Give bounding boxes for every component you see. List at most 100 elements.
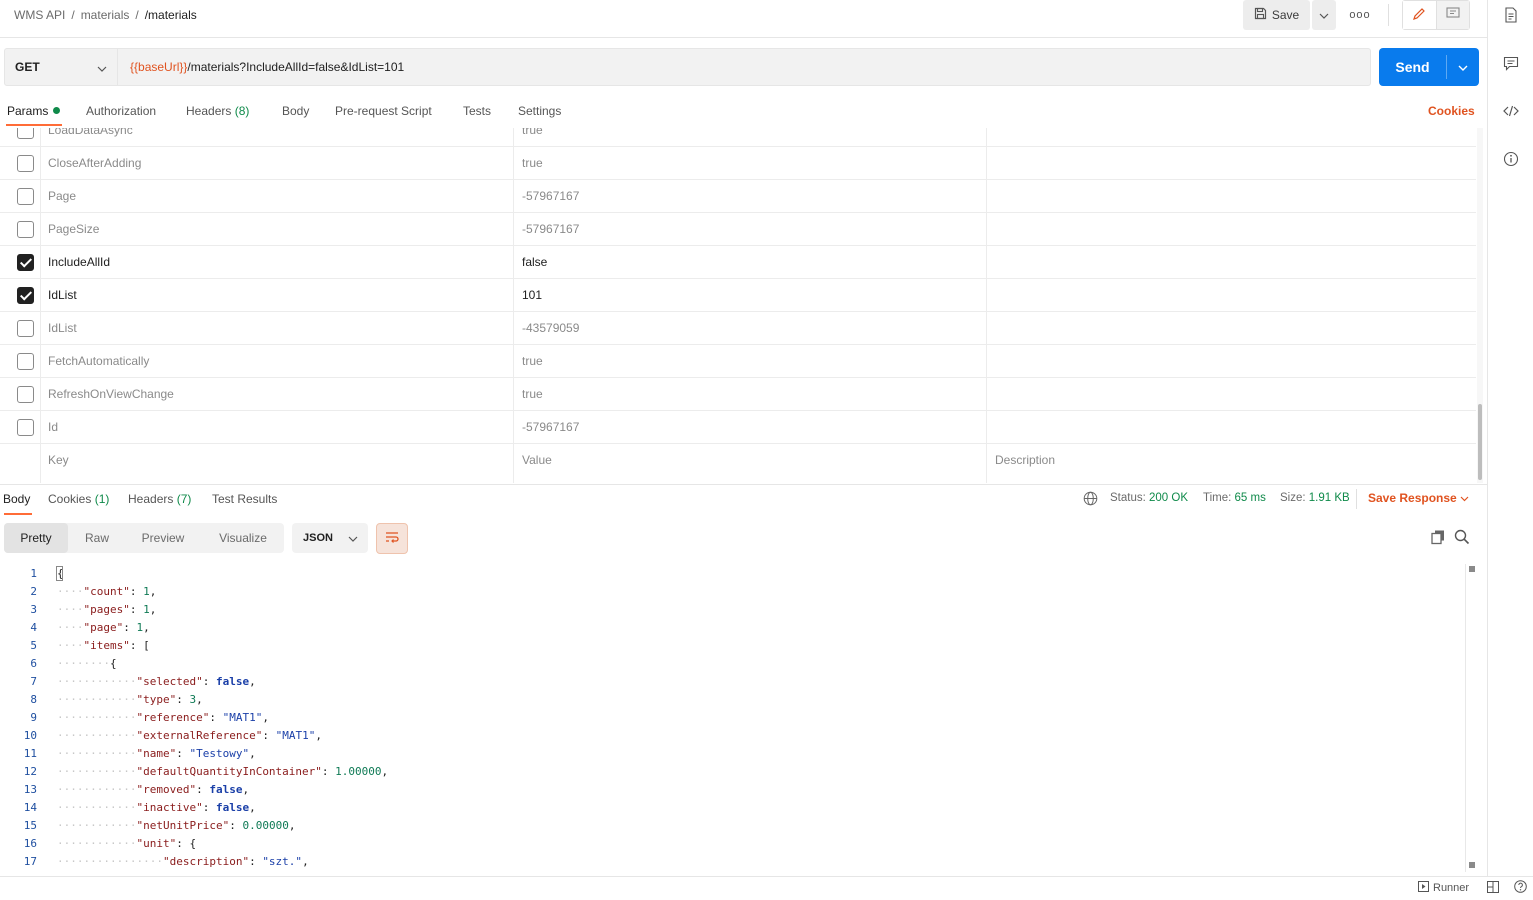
- tab-prerequest-script[interactable]: Pre-request Script: [335, 104, 432, 118]
- param-checkbox[interactable]: [17, 320, 34, 337]
- param-row[interactable]: IncludeAllId false: [0, 246, 1476, 279]
- response-time[interactable]: Time: 65 ms: [1203, 492, 1266, 504]
- param-key[interactable]: PageSize: [48, 222, 99, 236]
- format-select[interactable]: JSON: [292, 523, 368, 553]
- param-key[interactable]: CloseAfterAdding: [48, 156, 141, 170]
- tab-response-cookies[interactable]: Cookies (1): [48, 492, 109, 506]
- param-row[interactable]: CloseAfterAdding true: [0, 147, 1476, 180]
- scroll-up-arrow[interactable]: [1469, 566, 1475, 572]
- param-value-input[interactable]: Value: [522, 453, 552, 467]
- info-icon[interactable]: [1502, 150, 1520, 168]
- param-row[interactable]: RefreshOnViewChange true: [0, 378, 1476, 411]
- tab-response-body[interactable]: Body: [3, 492, 30, 506]
- tab-settings[interactable]: Settings: [518, 104, 561, 118]
- code-token: "selected": [136, 675, 203, 688]
- param-key[interactable]: IdList: [48, 321, 77, 335]
- param-value[interactable]: -57967167: [522, 222, 579, 236]
- param-key[interactable]: LoadDataAsync: [48, 128, 133, 137]
- code-scrollbar-track[interactable]: [1465, 564, 1477, 872]
- breadcrumb-current[interactable]: /materials: [145, 8, 197, 22]
- breadcrumb-folder[interactable]: materials: [81, 8, 130, 22]
- globe-icon[interactable]: [1083, 491, 1098, 509]
- tab-headers[interactable]: Headers (8): [186, 104, 249, 118]
- params-scrollbar[interactable]: [1478, 404, 1482, 480]
- param-row[interactable]: Page -57967167: [0, 180, 1476, 213]
- send-options-button[interactable]: [1447, 48, 1479, 86]
- save-dropdown-button[interactable]: [1312, 0, 1336, 30]
- param-row[interactable]: FetchAutomatically true: [0, 345, 1476, 378]
- more-actions-button[interactable]: ooo: [1346, 4, 1374, 26]
- wrap-lines-button[interactable]: [376, 523, 408, 554]
- param-key[interactable]: IncludeAllId: [48, 255, 110, 269]
- tab-params[interactable]: Params: [7, 104, 61, 118]
- param-value[interactable]: -57967167: [522, 420, 579, 434]
- param-row[interactable]: IdList -43579059: [0, 312, 1476, 345]
- search-icon[interactable]: [1454, 529, 1472, 547]
- param-checkbox[interactable]: [17, 386, 34, 403]
- code-line: 8 ············"type": 3,: [0, 691, 1464, 709]
- method-select[interactable]: GET: [4, 48, 118, 86]
- param-checkbox[interactable]: [17, 254, 34, 271]
- param-key[interactable]: RefreshOnViewChange: [48, 387, 174, 401]
- scroll-down-arrow[interactable]: [1469, 862, 1475, 868]
- response-size[interactable]: Size: 1.91 KB: [1280, 492, 1350, 504]
- param-key[interactable]: IdList: [48, 288, 77, 302]
- param-row[interactable]: Id -57967167: [0, 411, 1476, 444]
- param-key[interactable]: FetchAutomatically: [48, 354, 149, 368]
- edit-mode-button[interactable]: [1403, 1, 1437, 29]
- param-checkbox[interactable]: [17, 221, 34, 238]
- tab-preview[interactable]: Preview: [128, 523, 198, 553]
- param-row[interactable]: IdList 101: [0, 279, 1476, 312]
- code-line: 2 ····"count": 1,: [0, 583, 1464, 601]
- param-description-input[interactable]: Description: [995, 453, 1055, 467]
- param-checkbox[interactable]: [17, 419, 34, 436]
- param-checkbox[interactable]: [17, 287, 34, 304]
- param-value[interactable]: -43579059: [522, 321, 579, 335]
- param-checkbox[interactable]: [17, 155, 34, 172]
- send-button[interactable]: Send: [1379, 48, 1446, 86]
- copy-icon[interactable]: [1430, 529, 1448, 547]
- url-input[interactable]: {{baseUrl}}/materials?IncludeAllId=false…: [118, 48, 1371, 86]
- code-token: ,: [149, 585, 157, 598]
- save-response-button[interactable]: Save Response: [1368, 491, 1469, 505]
- tab-tests[interactable]: Tests: [463, 104, 491, 118]
- param-value[interactable]: true: [522, 354, 543, 368]
- param-value[interactable]: true: [522, 156, 543, 170]
- param-checkbox[interactable]: [17, 188, 34, 205]
- comments-icon[interactable]: [1502, 54, 1520, 72]
- response-status[interactable]: Status: 200 OK: [1110, 492, 1188, 504]
- param-checkbox[interactable]: [17, 353, 34, 370]
- code-token: 1.00000: [335, 765, 382, 778]
- param-checkbox[interactable]: [17, 128, 34, 139]
- param-row[interactable]: LoadDataAsync true: [0, 128, 1476, 147]
- tab-visualize[interactable]: Visualize: [204, 523, 282, 553]
- tab-raw[interactable]: Raw: [68, 523, 126, 553]
- chevron-down-icon: [1319, 8, 1329, 22]
- tab-test-results[interactable]: Test Results: [212, 492, 277, 506]
- indent-guide: ············: [57, 765, 137, 778]
- code-icon[interactable]: [1502, 102, 1520, 120]
- runner-button[interactable]: Runner: [1418, 881, 1469, 895]
- two-pane-icon[interactable]: [1487, 881, 1499, 896]
- tab-response-headers-label: Headers: [128, 492, 174, 506]
- cookies-link[interactable]: Cookies: [1428, 104, 1475, 118]
- param-key[interactable]: Id: [48, 420, 58, 434]
- param-value[interactable]: -57967167: [522, 189, 579, 203]
- breadcrumb-root[interactable]: WMS API: [14, 8, 65, 22]
- help-icon[interactable]: [1514, 880, 1527, 896]
- param-key-input[interactable]: Key: [48, 453, 69, 467]
- documentation-icon[interactable]: [1502, 6, 1520, 24]
- param-value[interactable]: false: [522, 255, 547, 269]
- tab-pretty[interactable]: Pretty: [4, 523, 68, 553]
- param-value[interactable]: true: [522, 387, 543, 401]
- param-value[interactable]: true: [522, 128, 543, 137]
- param-key[interactable]: Page: [48, 189, 76, 203]
- response-body-code[interactable]: 1{2 ····"count": 1, 3 ····"pages": 1, 4 ····"…: [0, 564, 1464, 872]
- tab-authorization[interactable]: Authorization: [86, 104, 156, 118]
- param-row[interactable]: PageSize -57967167: [0, 213, 1476, 246]
- tab-body[interactable]: Body: [282, 104, 309, 118]
- param-value[interactable]: 101: [522, 288, 542, 302]
- save-button[interactable]: Save: [1243, 0, 1310, 30]
- comment-mode-button[interactable]: [1436, 1, 1469, 29]
- tab-response-headers[interactable]: Headers (7): [128, 492, 191, 506]
